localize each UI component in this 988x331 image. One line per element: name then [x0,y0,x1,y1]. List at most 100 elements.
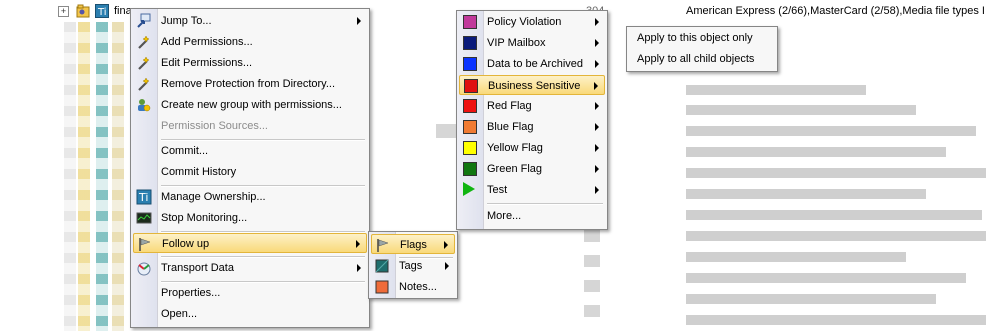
submenu-arrow-icon [357,17,361,25]
submenu-arrow-icon [595,39,599,47]
menu-item-label: Edit Permissions... [161,57,253,69]
flag-icon [463,141,477,155]
menu-item-label: Apply to all child objects [637,53,755,65]
transport-icon [136,260,152,276]
menu-item-stop-monitoring[interactable]: Stop Monitoring... [133,208,367,228]
flag-item-green-flag[interactable]: Green Flag [459,159,605,179]
menu-item-label: Stop Monitoring... [161,212,248,224]
menu-item-manage-ownership[interactable]: Ti Manage Ownership... [133,187,367,207]
flag-item-more[interactable]: More... [459,206,605,226]
menu-item-remove-protection-from-directory[interactable]: Remove Protection from Directory... [133,74,367,94]
submenu-arrow-icon [595,102,599,110]
menu-item-open[interactable]: Open... [133,304,367,324]
blurred-text [686,126,976,136]
jump-to-icon [136,13,152,29]
menu-item-label: Remove Protection from Directory... [161,78,336,90]
flag-item-vip-mailbox[interactable]: VIP Mailbox [459,33,605,53]
blurred-text [686,189,926,199]
menu-item-label: Commit History [161,166,237,178]
menu-item-label: Data to be Archived [487,58,584,70]
menu-item-follow-up[interactable]: Follow up [133,233,367,253]
flag-item-red-flag[interactable]: Red Flag [459,96,605,116]
flag-icon [463,120,477,134]
menu-item-commit-history[interactable]: Commit History [133,162,367,182]
menu-item-label: Manage Ownership... [161,191,266,203]
blurred-cell [584,305,600,317]
wand-icon [136,34,152,50]
menu-item-label: Transport Data [161,262,234,274]
menu-item-permission-sources[interactable]: Permission Sources... [133,116,367,136]
menu-item-commit[interactable]: Commit... [133,141,367,161]
follow-up-icon [137,236,153,252]
menu-item-label: Open... [161,308,198,320]
blurred-text [686,85,866,95]
apply-submenu: Apply to this object only Apply to all ch… [626,26,778,72]
menu-item-add-permissions[interactable]: Add Permissions... [133,32,367,52]
menu-item-label: Notes... [399,281,437,293]
menu-item-label: Yellow Flag [487,142,543,154]
menu-item-label: More... [487,210,522,222]
menu-item-label: Test [487,184,508,196]
apply-item-apply-to-this-object-only[interactable]: Apply to this object only [629,28,775,48]
flag-item-business-sensitive[interactable]: Business Sensitive [459,75,605,95]
menu-item-transport-data[interactable]: Transport Data [133,258,367,278]
menu-item-label: Permission Sources... [161,120,268,132]
submenu-arrow-icon [357,264,361,272]
follow-item-notes[interactable]: Notes... [371,277,455,297]
blurred-text [686,315,986,325]
flag-item-yellow-flag[interactable]: Yellow Flag [459,138,605,158]
apply-item-apply-to-all-child-objects[interactable]: Apply to all child objects [629,49,775,69]
menu-item-label: Create new group with permissions... [161,99,342,111]
flag-item-test[interactable]: Test [459,180,605,200]
menu-item-jump-to[interactable]: Jump To... [133,11,367,31]
monitor-icon [136,210,152,226]
flag-item-data-to-be-archived[interactable]: Data to be Archived [459,54,605,74]
flag-item-policy-violation[interactable]: Policy Violation [459,12,605,32]
blurred-column [96,22,108,331]
svg-text:Ti: Ti [138,191,148,204]
flag-icon [463,182,475,196]
menu-item-label: Add Permissions... [161,36,253,48]
blurred-cell [584,230,600,242]
menu-item-label: Green Flag [487,163,543,175]
flag-icon [463,57,477,71]
menu-item-label: Follow up [162,238,210,250]
menu-item-properties[interactable]: Properties... [133,283,367,303]
owner-icon: Ti [95,4,109,18]
blurred-text [686,252,906,262]
menu-item-label: Apply to this object only [637,32,753,44]
menu-separator [487,203,603,205]
submenu-arrow-icon [594,82,598,90]
menu-item-edit-permissions[interactable]: Edit Permissions... [133,53,367,73]
flags-submenu: Policy Violation VIP Mailbox Data to be Ar… [456,10,608,230]
tags-icon [374,258,390,274]
menu-item-create-new-group-with-permissions[interactable]: Create new group with permissions... [133,95,367,115]
submenu-arrow-icon [595,186,599,194]
expand-icon[interactable]: + [58,6,69,17]
submenu-arrow-icon [444,241,448,249]
wand-icon [136,55,152,71]
blurred-column [78,22,90,331]
flag-icon [463,162,477,176]
flag-icon [463,15,477,29]
folder-lock-icon [76,4,90,18]
blurred-text [686,231,986,241]
blurred-text [686,147,946,157]
flag-item-blue-flag[interactable]: Blue Flag [459,117,605,137]
menu-item-label: Properties... [161,287,221,299]
context-menu: Jump To... Add Permissions... Edit Permiss… [130,8,370,328]
flag-icon [463,36,477,50]
submenu-arrow-icon [595,60,599,68]
blurred-text [686,210,982,220]
blurred-text [686,294,936,304]
group-icon [136,97,152,113]
ownership-icon: Ti [136,189,152,205]
follow-item-tags[interactable]: Tags [371,256,455,276]
notes-icon [374,279,390,295]
wand-icon [136,76,152,92]
menu-item-label: Flags [400,239,427,251]
submenu-arrow-icon [595,144,599,152]
submenu-arrow-icon [356,240,360,248]
follow-item-flags[interactable]: Flags [371,234,455,254]
submenu-arrow-icon [595,165,599,173]
